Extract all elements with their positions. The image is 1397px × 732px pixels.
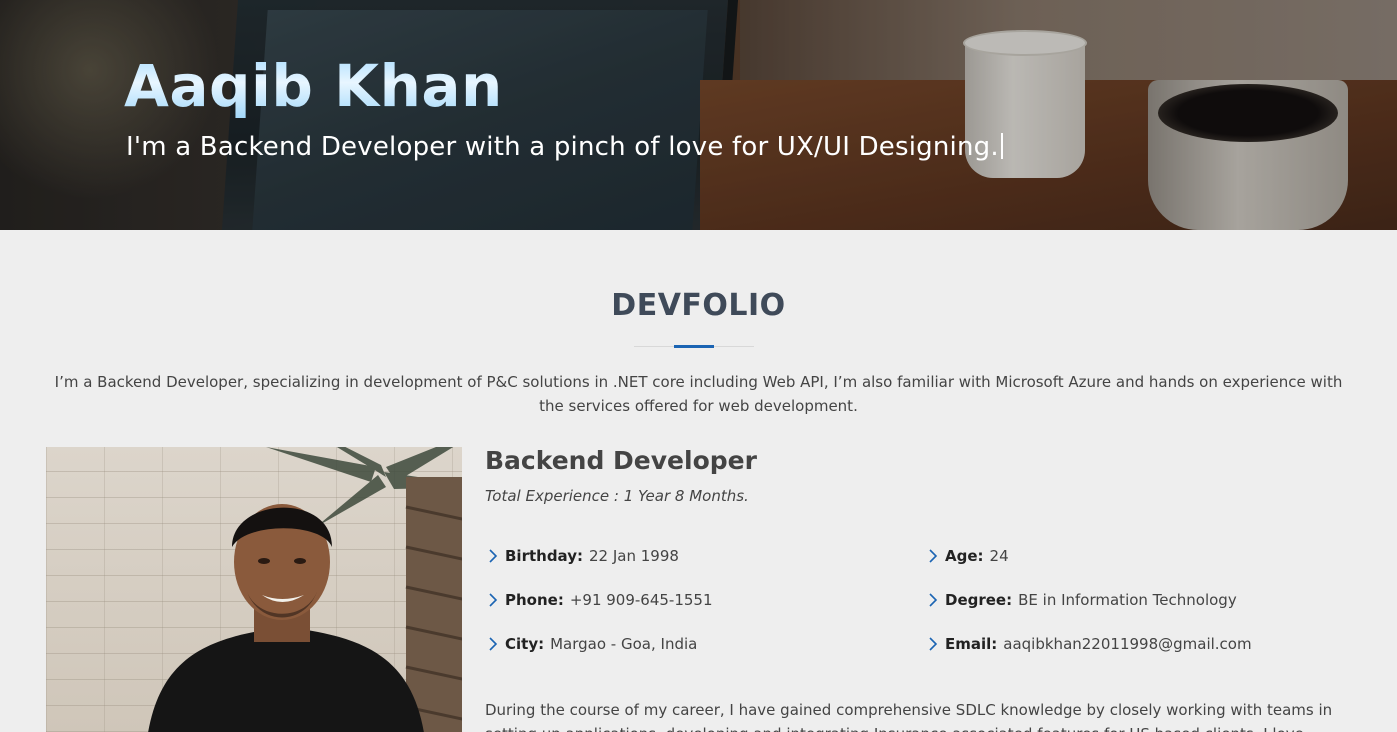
about-bio: During the course of my career, I have g… — [485, 701, 1333, 732]
chevron-right-icon — [489, 637, 498, 651]
chevron-right-icon — [929, 549, 938, 563]
detail-degree: Degree: BE in Information Technology — [925, 591, 1237, 609]
detail-label: City: — [505, 635, 545, 653]
detail-label: Phone: — [505, 591, 564, 609]
detail-value: BE in Information Technology — [1018, 591, 1237, 609]
detail-value: Margao - Goa, India — [550, 635, 698, 653]
typing-cursor — [1000, 133, 1003, 159]
detail-city: City: Margao - Goa, India — [485, 635, 697, 653]
photo-person — [148, 504, 424, 732]
detail-value: 24 — [989, 547, 1009, 565]
chevron-right-icon — [489, 593, 498, 607]
hero-tagline: I'm a Backend Developer with a pinch of … — [126, 132, 1003, 162]
detail-birthday: Birthday: 22 Jan 1998 — [485, 547, 679, 565]
about-intro: I’m a Backend Developer, specializing in… — [54, 373, 1343, 415]
detail-phone: Phone: +91 909-645-1551 — [485, 591, 713, 609]
detail-value: 22 Jan 1998 — [589, 547, 679, 565]
title-accent-bar — [674, 345, 714, 348]
detail-label: Age: — [945, 547, 984, 565]
hero-name: Aaqib Khan — [124, 52, 503, 120]
experience-text: Total Experience : 1 Year 8 Months. — [485, 487, 749, 505]
detail-label: Degree: — [945, 591, 1013, 609]
detail-age: Age: 24 — [925, 547, 1009, 565]
profile-photo — [46, 447, 462, 732]
chevron-right-icon — [929, 637, 938, 651]
chevron-right-icon — [929, 593, 938, 607]
hero-tagline-text: I'm a Backend Developer with a pinch of … — [126, 132, 999, 162]
detail-value: +91 909-645-1551 — [569, 591, 713, 609]
email-link[interactable]: aaqibkhan22011998@gmail.com — [1003, 635, 1251, 653]
section-title: DEVFOLIO — [611, 288, 786, 323]
hero-banner: Aaqib Khan I'm a Backend Developer with … — [0, 0, 1397, 230]
detail-label: Birthday: — [505, 547, 583, 565]
chevron-right-icon — [489, 549, 498, 563]
detail-label: Email: — [945, 635, 998, 653]
detail-email: Email: aaqibkhan22011998@gmail.com — [925, 635, 1252, 653]
role-title: Backend Developer — [485, 446, 757, 475]
